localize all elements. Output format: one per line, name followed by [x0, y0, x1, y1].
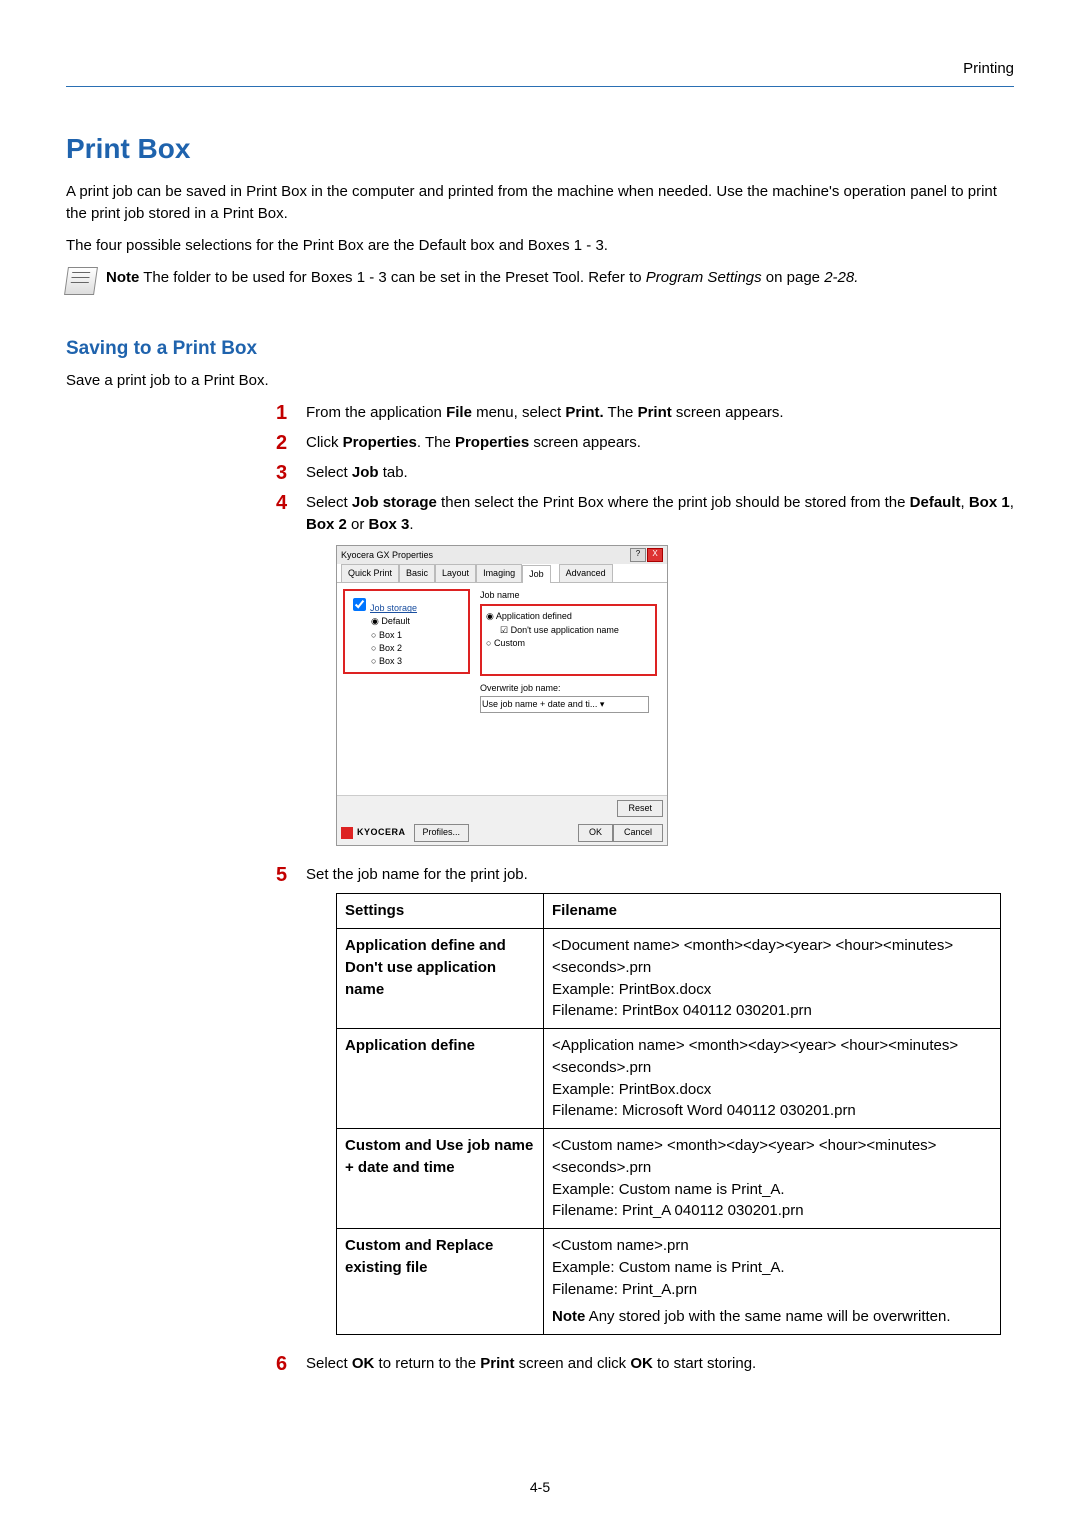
step-number: 3 — [276, 462, 294, 484]
step-body: Set the job name for the print job. Sett… — [306, 864, 1014, 1336]
reset-button[interactable]: Reset — [617, 800, 663, 817]
note-row: Note The folder to be used for Boxes 1 -… — [66, 267, 1014, 295]
step-5: 5 Set the job name for the print job. Se… — [276, 864, 1014, 1336]
steps-container: 1 From the application File menu, select… — [276, 402, 1014, 1375]
table-row: Custom and Use job name + date and time … — [337, 1129, 1001, 1229]
dialog-reset-row: Reset — [337, 795, 667, 821]
step-body: Select OK to return to the Print screen … — [306, 1353, 1014, 1375]
step-body: From the application File menu, select P… — [306, 402, 1014, 424]
help-icon[interactable]: ? — [630, 548, 646, 562]
overwrite-select[interactable]: Use job name + date and ti... ▾ — [480, 696, 649, 713]
dialog-title-text: Kyocera GX Properties — [341, 549, 433, 562]
note-text: Note The folder to be used for Boxes 1 -… — [106, 267, 858, 289]
page-number: 4-5 — [0, 1477, 1080, 1497]
step-number: 4 — [276, 492, 294, 856]
overwrite-group: Overwrite job name: Use job name + date … — [480, 682, 645, 712]
step-6: 6 Select OK to return to the Print scree… — [276, 1353, 1014, 1375]
job-storage-checkbox[interactable] — [353, 598, 366, 611]
note-ref: Program Settings — [646, 269, 762, 286]
note-icon — [64, 267, 98, 295]
close-icon[interactable]: X — [647, 548, 663, 562]
properties-dialog: Kyocera GX Properties ? X Quick Print Ba… — [336, 545, 668, 845]
ok-button[interactable]: OK — [578, 824, 613, 841]
step-number: 6 — [276, 1353, 294, 1375]
overwrite-label: Overwrite job name: — [480, 682, 645, 695]
tab-imaging[interactable]: Imaging — [476, 564, 522, 582]
header-rule — [66, 86, 1014, 87]
step-number: 5 — [276, 864, 294, 1336]
step-number: 2 — [276, 432, 294, 454]
note-page-ref: 2-28. — [824, 269, 858, 286]
step-1: 1 From the application File menu, select… — [276, 402, 1014, 424]
job-storage-group: Job storage ◉ Default ○ Box 1 ○ Box 2 ○ … — [343, 589, 470, 673]
window-controls: ? X — [630, 548, 663, 562]
col-settings: Settings — [337, 894, 544, 929]
option-box1[interactable]: ○ Box 1 — [371, 629, 464, 642]
option-box2[interactable]: ○ Box 2 — [371, 642, 464, 655]
step-2: 2 Click Properties. The Properties scree… — [276, 432, 1014, 454]
chapter-label: Printing — [66, 58, 1014, 80]
table-row: Application define and Don't use applica… — [337, 929, 1001, 1029]
step-body: Select Job tab. — [306, 462, 1014, 484]
table-row: Custom and Replace existing file <Custom… — [337, 1229, 1001, 1335]
tab-layout[interactable]: Layout — [435, 564, 476, 582]
option-default[interactable]: ◉ Default — [371, 615, 464, 628]
note-label: Note — [106, 269, 139, 286]
tab-job[interactable]: Job — [522, 565, 551, 583]
intro-paragraph-1: A print job can be saved in Print Box in… — [66, 181, 1014, 225]
heading-saving: Saving to a Print Box — [66, 335, 1014, 363]
tab-advanced[interactable]: Advanced — [559, 564, 613, 582]
filename-table: Settings Filename Application define and… — [336, 893, 1001, 1335]
option-box3[interactable]: ○ Box 3 — [371, 655, 464, 668]
saving-lead: Save a print job to a Print Box. — [66, 370, 1014, 392]
tab-quick-print[interactable]: Quick Print — [341, 564, 399, 582]
dialog-tabs: Quick Print Basic Layout Imaging Job Adv… — [337, 564, 667, 583]
job-name-group: ◉ Application defined ☑ Don't use applic… — [480, 604, 657, 676]
page: Printing Print Box A print job can be sa… — [0, 0, 1080, 1527]
option-custom[interactable]: ○ Custom — [486, 637, 651, 650]
job-name-label: Job name — [480, 589, 657, 602]
heading-print-box: Print Box — [66, 129, 1014, 170]
step-4: 4 Select Job storage then select the Pri… — [276, 492, 1014, 856]
dialog-body: Job storage ◉ Default ○ Box 1 ○ Box 2 ○ … — [337, 583, 667, 795]
table-row: Application define <Application name> <m… — [337, 1029, 1001, 1129]
cancel-button[interactable]: Cancel — [613, 824, 663, 841]
tab-basic[interactable]: Basic — [399, 564, 435, 582]
step-3: 3 Select Job tab. — [276, 462, 1014, 484]
intro-paragraph-2: The four possible selections for the Pri… — [66, 235, 1014, 257]
step-body: Click Properties. The Properties screen … — [306, 432, 1014, 454]
brand-label: KYOCERA — [357, 826, 406, 839]
step-body: Select Job storage then select the Print… — [306, 492, 1014, 856]
dialog-titlebar: Kyocera GX Properties ? X — [337, 546, 667, 564]
kyocera-logo-icon — [341, 827, 353, 839]
col-filename: Filename — [544, 894, 1001, 929]
option-dont-use-app[interactable]: ☑ Don't use application name — [500, 624, 651, 637]
profiles-button[interactable]: Profiles... — [414, 824, 470, 841]
option-app-defined[interactable]: ◉ Application defined — [486, 610, 651, 623]
step-number: 1 — [276, 402, 294, 424]
dialog-footer: KYOCERA Profiles... OK Cancel — [337, 821, 667, 844]
